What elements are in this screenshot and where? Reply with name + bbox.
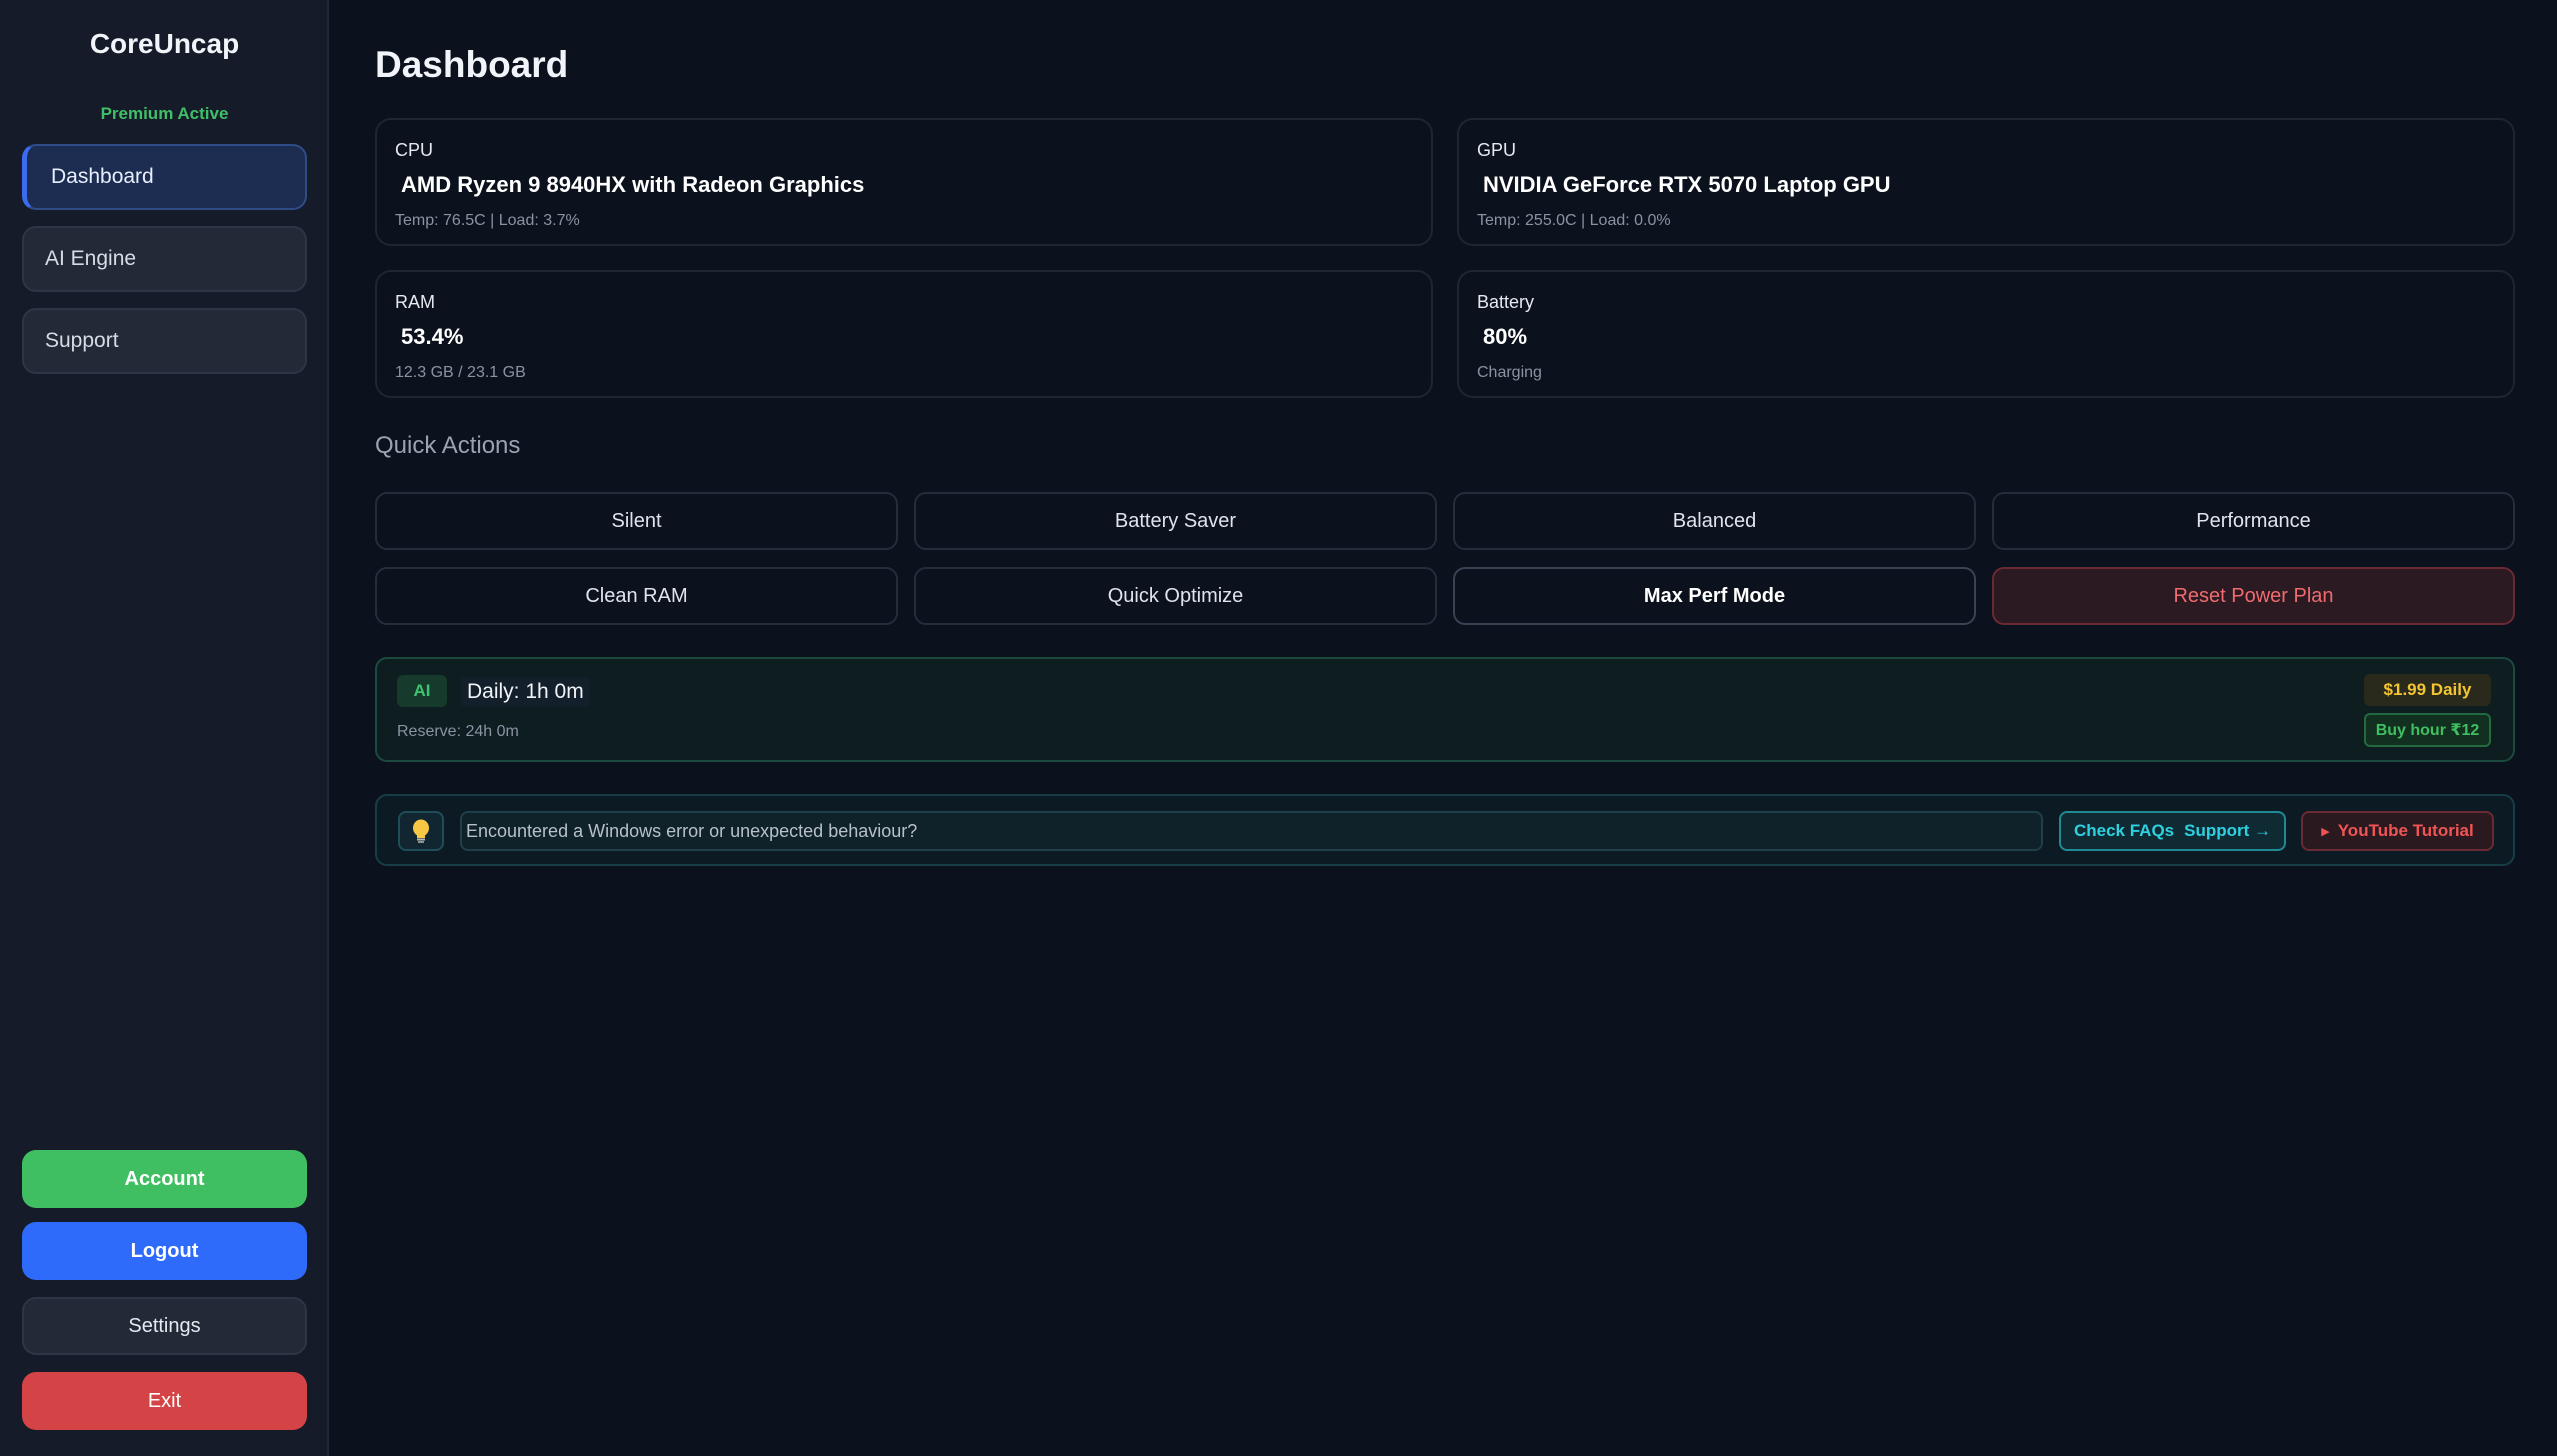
- play-icon: ▶: [2321, 825, 2330, 838]
- battery-level: 80%: [1483, 324, 1528, 349]
- account-button[interactable]: Account: [22, 1150, 307, 1208]
- ai-reserve-time: Reserve: 24h 0m: [397, 723, 519, 740]
- ai-daily-time: Daily: 1h 0m: [461, 677, 590, 707]
- balanced-button[interactable]: Balanced: [1453, 492, 1976, 550]
- gpu-name: NVIDIA GeForce RTX 5070 Laptop GPU: [1483, 172, 1891, 197]
- youtube-tutorial-button[interactable]: ▶ YouTube Tutorial: [2301, 811, 2494, 851]
- price-badge: $1.99 Daily: [2364, 674, 2491, 706]
- support-label: Support →: [2184, 821, 2272, 840]
- premium-status: Premium Active: [100, 104, 229, 123]
- quick-optimize-button[interactable]: Quick Optimize: [914, 567, 1437, 625]
- cpu-stats: Temp: 76.5C | Load: 3.7%: [395, 212, 580, 229]
- exit-button[interactable]: Exit: [22, 1372, 307, 1430]
- ram-label: RAM: [395, 292, 435, 312]
- cpu-label: CPU: [395, 140, 434, 160]
- logout-button[interactable]: Logout: [22, 1222, 307, 1280]
- ai-usage-panel: AI Daily: 1h 0m Reserve: 24h 0m $1.99 Da…: [375, 657, 2515, 762]
- faq-label: Check FAQs: [2073, 821, 2175, 840]
- page-title: Dashboard: [375, 44, 569, 85]
- silent-button[interactable]: Silent: [375, 492, 898, 550]
- sidebar: CoreUncap Premium Active Dashboard AI En…: [0, 0, 329, 1456]
- youtube-label: YouTube Tutorial: [2337, 821, 2474, 840]
- sidebar-item-support[interactable]: Support: [22, 308, 307, 374]
- gpu-label: GPU: [1477, 140, 1517, 160]
- check-faqs-support-button[interactable]: Check FAQs Support →: [2059, 811, 2286, 851]
- ai-badge: AI: [397, 675, 447, 707]
- ram-card: RAM 53.4% 12.3 GB / 23.1 GB: [375, 270, 1433, 398]
- ram-detail: 12.3 GB / 23.1 GB: [395, 364, 526, 381]
- sidebar-item-ai-engine[interactable]: AI Engine: [22, 226, 307, 292]
- performance-button[interactable]: Performance: [1992, 492, 2515, 550]
- max-perf-mode-button[interactable]: Max Perf Mode: [1453, 567, 1976, 625]
- battery-label: Battery: [1477, 292, 1535, 312]
- brand-title: CoreUncap: [89, 28, 240, 59]
- ram-usage: 53.4%: [401, 324, 464, 349]
- settings-button[interactable]: Settings: [22, 1297, 307, 1355]
- cpu-name: AMD Ryzen 9 8940HX with Radeon Graphics: [401, 172, 865, 197]
- battery-state: Charging: [1477, 364, 1542, 381]
- battery-card: Battery 80% Charging: [1457, 270, 2515, 398]
- help-bar: Check FAQs Support → ▶ YouTube Tutorial: [375, 794, 2515, 866]
- sidebar-item-dashboard[interactable]: Dashboard: [22, 144, 307, 210]
- gpu-card: GPU NVIDIA GeForce RTX 5070 Laptop GPU T…: [1457, 118, 2515, 246]
- cpu-card: CPU AMD Ryzen 9 8940HX with Radeon Graph…: [375, 118, 1433, 246]
- help-prompt-field[interactable]: [460, 811, 2043, 851]
- quick-actions-title: Quick Actions: [375, 432, 521, 459]
- gpu-stats: Temp: 255.0C | Load: 0.0%: [1477, 212, 1671, 229]
- app-window: CoreUncap Premium Active Dashboard AI En…: [0, 0, 2557, 1456]
- clean-ram-button[interactable]: Clean RAM: [375, 567, 898, 625]
- battery-saver-button[interactable]: Battery Saver: [914, 492, 1437, 550]
- lightbulb-icon: [398, 811, 444, 851]
- buy-hour-button[interactable]: Buy hour ₹12: [2364, 713, 2491, 747]
- reset-power-plan-button[interactable]: Reset Power Plan: [1992, 567, 2515, 625]
